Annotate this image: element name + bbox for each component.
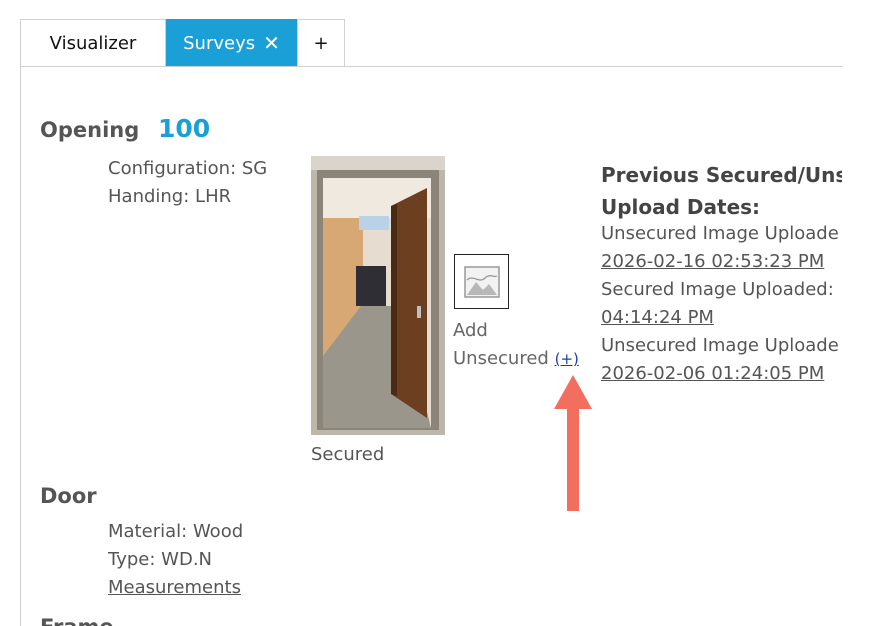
- configuration-row: Configuration: SG: [108, 158, 267, 179]
- previous-uploads-title: Previous Secured/Uns Upload Dates:: [601, 159, 842, 223]
- frame-heading: Frame: [40, 615, 114, 626]
- secured-door-photo[interactable]: [311, 156, 445, 435]
- upload-date-link[interactable]: 2026-02-16 02:53:23 PM: [601, 251, 824, 272]
- add-unsecured-image-button[interactable]: [454, 254, 509, 309]
- handing-label: Handing:: [108, 186, 190, 207]
- measurements-link[interactable]: Measurements: [108, 577, 241, 598]
- image-placeholder-icon: [463, 265, 500, 298]
- close-icon[interactable]: ✕: [263, 33, 280, 53]
- configuration-value: SG: [241, 158, 268, 179]
- survey-panel: Opening 100 Configuration: SG Handing: L…: [20, 66, 842, 626]
- type-value: WD.N: [161, 549, 213, 570]
- tab-bar: Visualizer Surveys ✕ +: [20, 19, 345, 66]
- opening-heading: Opening: [40, 118, 140, 142]
- configuration-label: Configuration:: [108, 158, 237, 179]
- upload-label: Secured Image Uploaded:: [601, 279, 834, 300]
- tab-surveys[interactable]: Surveys ✕: [166, 19, 297, 66]
- add-label-line1: Add: [453, 320, 488, 341]
- tab-surveys-label: Surveys: [183, 32, 256, 54]
- add-unsecured-label: Add Unsecured (+): [453, 317, 579, 373]
- upload-label: Unsecured Image Uploade: [601, 223, 839, 244]
- upload-date-link[interactable]: 04:14:24 PM: [601, 307, 714, 328]
- add-label-line2: Unsecured: [453, 348, 549, 369]
- tab-visualizer-label: Visualizer: [49, 32, 137, 54]
- upload-date-link[interactable]: 2026-02-06 01:24:05 PM: [601, 363, 824, 384]
- door-heading: Door: [40, 484, 97, 508]
- type-row: Type: WD.N: [108, 549, 212, 570]
- type-label: Type:: [108, 549, 156, 570]
- annotation-arrow-icon: [554, 375, 592, 511]
- photo-caption: Secured: [311, 444, 385, 465]
- previous-title-line1: Previous Secured/Uns: [601, 163, 842, 187]
- material-label: Material:: [108, 521, 188, 542]
- handing-value: LHR: [195, 186, 232, 207]
- handing-row: Handing: LHR: [108, 186, 231, 207]
- tab-visualizer[interactable]: Visualizer: [20, 19, 166, 66]
- add-unsecured-plus-link[interactable]: (+): [555, 350, 579, 368]
- material-value: Wood: [192, 521, 244, 542]
- previous-title-line2: Upload Dates:: [601, 195, 761, 219]
- upload-label: Unsecured Image Uploade: [601, 335, 839, 356]
- material-row: Material: Wood: [108, 521, 243, 542]
- door-photo-image: [311, 156, 445, 435]
- opening-number: 100: [158, 114, 211, 143]
- add-tab-button[interactable]: +: [297, 19, 345, 66]
